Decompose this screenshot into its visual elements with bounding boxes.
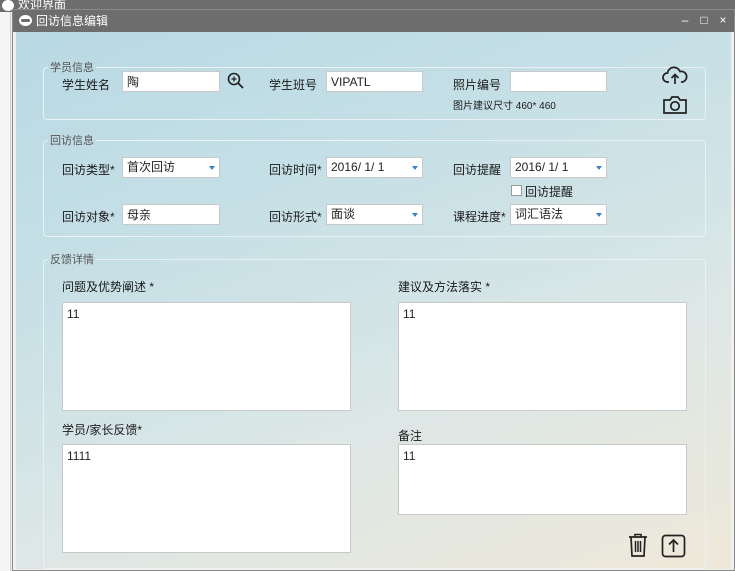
photo-number-label: 照片编号: [453, 78, 502, 92]
minimize-button[interactable]: –: [680, 13, 690, 27]
search-icon[interactable]: [226, 71, 246, 91]
visit-time-value: 2016/ 1/ 1: [331, 160, 385, 174]
chevron-down-icon: [596, 166, 602, 170]
dialog-titlebar[interactable]: 回访信息编辑 – □ ×: [13, 10, 734, 32]
remark-textarea[interactable]: 11: [398, 444, 687, 515]
problem-label: 问题及优势阐述 *: [62, 280, 155, 294]
chevron-down-icon: [412, 166, 418, 170]
app-logo-icon: [19, 15, 32, 26]
visit-target-label: 回访对象*: [62, 210, 115, 224]
suggestion-textarea[interactable]: 11: [398, 302, 687, 411]
visit-reminder-label: 回访提醒: [453, 163, 502, 177]
visit-time-label: 回访时间*: [269, 163, 322, 177]
parent-feedback-textarea[interactable]: 1111: [62, 444, 351, 553]
visit-reminder-value: 2016/ 1/ 1: [515, 160, 569, 174]
chevron-down-icon: [596, 213, 602, 217]
remark-label: 备注: [398, 429, 423, 443]
reminder-checkbox[interactable]: [511, 185, 522, 196]
class-number-label: 学生班号: [269, 78, 318, 92]
maximize-button[interactable]: □: [699, 13, 709, 27]
upload-arrow-icon[interactable]: [661, 534, 686, 558]
camera-icon[interactable]: [662, 94, 688, 116]
visit-time-picker[interactable]: 2016/ 1/ 1: [326, 157, 423, 178]
reminder-checkbox-label: 回访提醒: [525, 185, 574, 199]
problem-textarea[interactable]: 11: [62, 302, 351, 411]
suggestion-label: 建议及方法落实 *: [398, 280, 491, 294]
visit-target-input[interactable]: [122, 204, 220, 225]
photo-size-hint: 图片建议尺寸 460* 460: [453, 101, 556, 112]
window-controls: – □ ×: [680, 13, 728, 27]
visit-reminder-picker[interactable]: 2016/ 1/ 1: [510, 157, 607, 178]
close-button[interactable]: ×: [718, 13, 728, 27]
dialog-title: 回访信息编辑: [36, 14, 109, 28]
student-name-input[interactable]: [122, 71, 220, 92]
class-number-input[interactable]: [326, 71, 423, 92]
visit-type-value: 首次回访: [127, 160, 176, 174]
visit-type-label: 回访类型*: [62, 163, 115, 177]
visit-form-select[interactable]: 面谈: [326, 204, 423, 225]
visit-info-legend: 回访信息: [50, 135, 94, 147]
student-info-legend: 学员信息: [50, 62, 94, 74]
course-progress-label: 课程进度*: [453, 210, 506, 224]
student-name-label: 学生姓名: [62, 78, 111, 92]
trash-icon[interactable]: [626, 532, 650, 558]
parent-feedback-label: 学员/家长反馈*: [62, 423, 143, 437]
visit-form-label: 回访形式*: [269, 210, 322, 224]
background-left-panel: [0, 12, 11, 571]
dialog-content: 学员信息 学生姓名 学生班号 照片编号 图片建议尺寸 460* 460: [16, 32, 731, 569]
visit-form-value: 面谈: [331, 207, 356, 221]
visit-edit-dialog: 回访信息编辑 – □ × 学员信息 学生姓名 学生班号 照片编号 图片建议尺寸 …: [12, 9, 735, 571]
cloud-upload-icon[interactable]: [662, 64, 688, 86]
photo-number-input[interactable]: [510, 71, 607, 92]
course-progress-select[interactable]: 词汇语法: [510, 204, 607, 225]
course-progress-value: 词汇语法: [515, 207, 564, 221]
visit-type-select[interactable]: 首次回访: [122, 157, 220, 178]
chevron-down-icon: [412, 213, 418, 217]
feedback-legend: 反馈详情: [50, 254, 94, 266]
chevron-down-icon: [209, 166, 215, 170]
